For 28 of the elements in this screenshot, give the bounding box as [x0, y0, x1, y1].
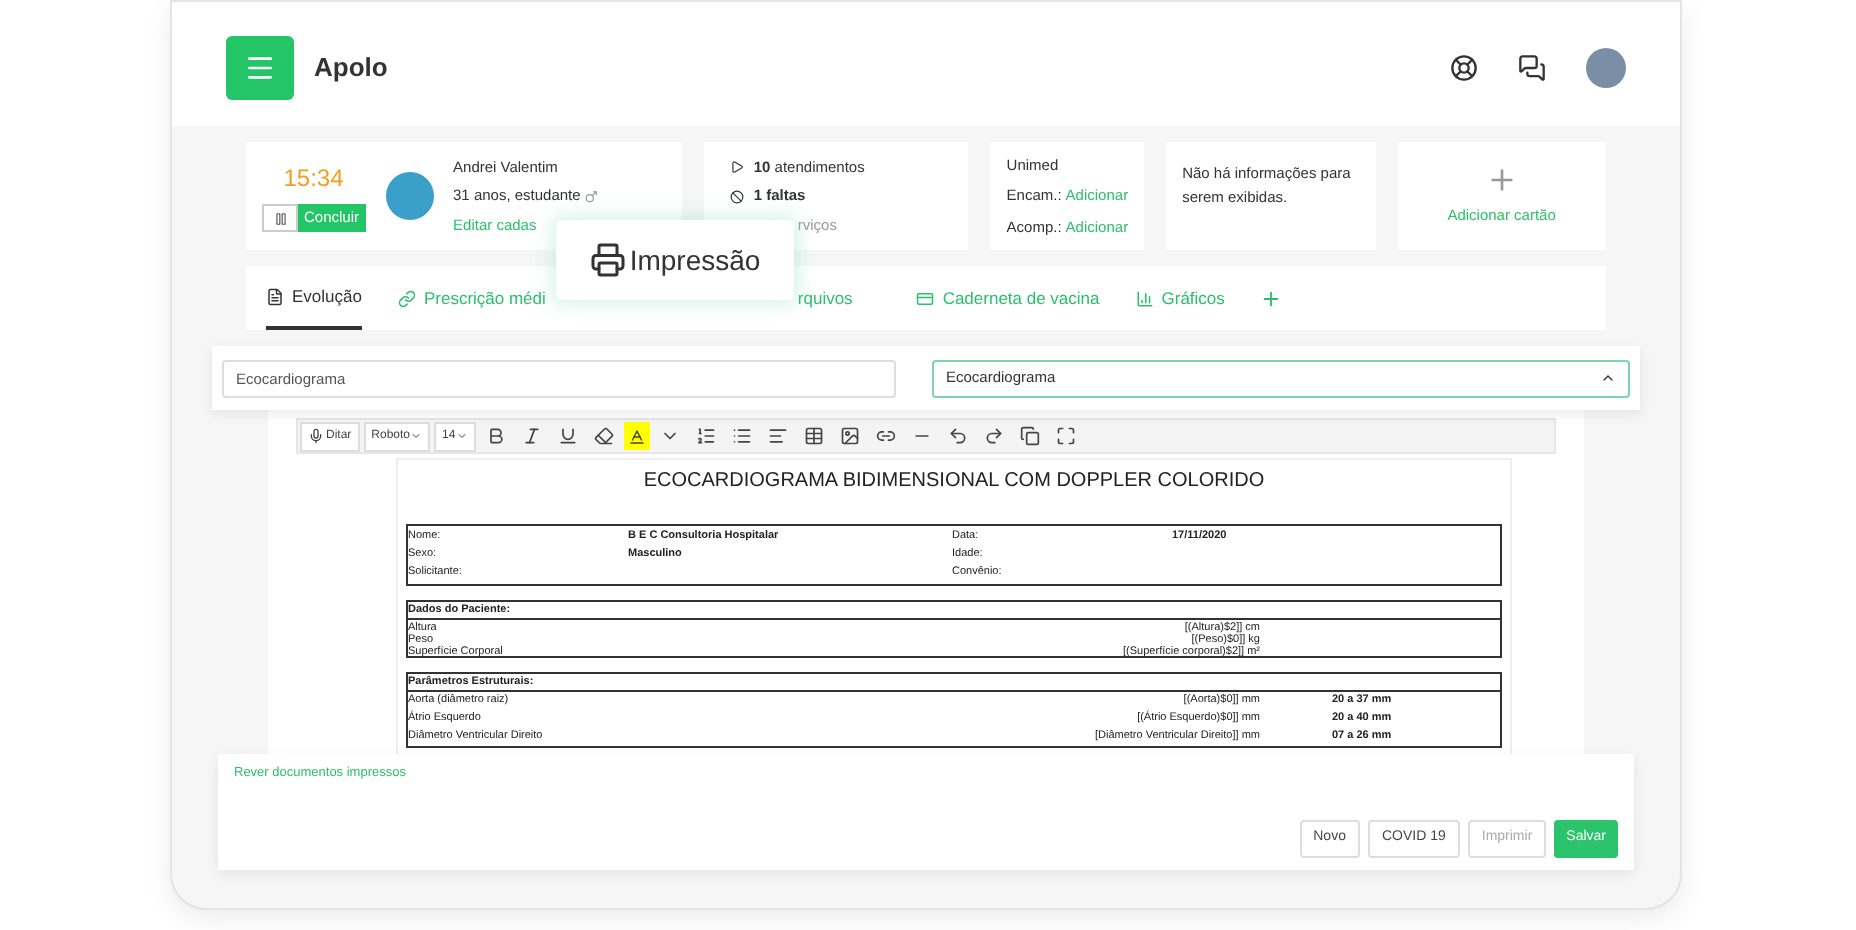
- male-icon: [584, 189, 599, 203]
- pause-icon: [273, 211, 287, 225]
- tab[interactable]: Gráficos: [1135, 266, 1225, 330]
- chart-icon: [1135, 289, 1154, 307]
- pause-button[interactable]: [262, 204, 298, 232]
- timer-text: 15:34: [283, 162, 344, 196]
- ban-icon: [729, 189, 744, 203]
- printer-icon: [589, 242, 626, 278]
- tab[interactable]: rquivos: [797, 266, 853, 330]
- tab[interactable]: Evolução: [266, 266, 362, 330]
- tab[interactable]: Prescrição médi: [397, 266, 546, 330]
- microphone-icon: [308, 428, 324, 444]
- card-icon: [916, 289, 935, 307]
- link-icon: [397, 289, 416, 307]
- caret-icon: [455, 430, 468, 442]
- document-title: ECOCARDIOGRAMA BIDIMENSIONAL COM DOPPLER COLORIDO: [641, 468, 1267, 496]
- user-avatar[interactable]: [1586, 47, 1626, 87]
- menu-icon: [244, 51, 276, 83]
- play-icon: [729, 160, 744, 175]
- print-popup[interactable]: Impressão: [556, 220, 794, 300]
- chat-icon[interactable]: [1518, 53, 1546, 81]
- caret-icon: [410, 430, 423, 442]
- doc-icon: [266, 287, 284, 305]
- help-icon[interactable]: [1450, 53, 1478, 81]
- app-title: Apolo: [314, 49, 388, 86]
- tab[interactable]: Caderneta de vacina: [916, 266, 1100, 330]
- patient-avatar: [385, 172, 434, 220]
- highlight-icon[interactable]: [623, 422, 650, 450]
